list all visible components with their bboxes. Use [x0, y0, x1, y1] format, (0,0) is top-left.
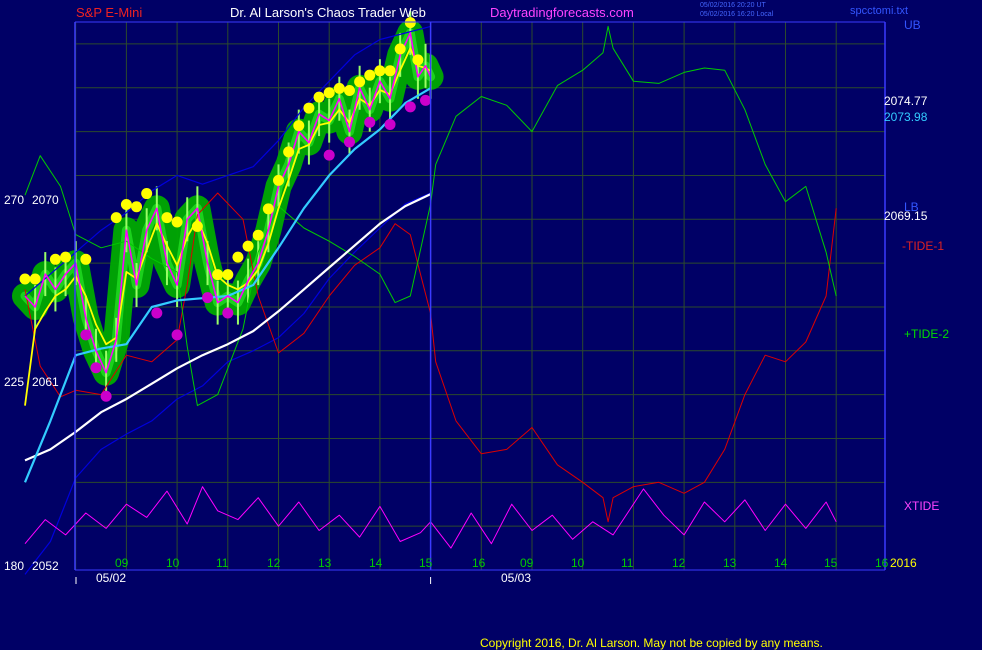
x-tick-day2-10: 10: [571, 556, 585, 570]
marker-highs: [242, 240, 254, 252]
marker-highs: [354, 76, 366, 88]
marker-highs: [293, 120, 305, 132]
x-tick-day2-12: 12: [672, 556, 686, 570]
price-fast-label: 2074.77: [884, 94, 928, 108]
year-label: 2016: [890, 556, 917, 570]
marker-lows: [80, 329, 92, 341]
marker-highs: [120, 199, 132, 211]
timestamp-ut: 05/02/2016 20:20 UT: [700, 2, 766, 9]
marker-lows: [171, 329, 183, 341]
x-tick-day1-14: 14: [369, 556, 383, 570]
x-tick-day1-13: 13: [318, 556, 332, 570]
x-tick-day1-15: 15: [419, 556, 433, 570]
price-lb-label: 2069.15: [884, 209, 928, 223]
marker-highs: [252, 229, 264, 241]
marker-highs: [161, 212, 173, 224]
marker-highs: [141, 188, 153, 200]
marker-lows: [100, 390, 112, 402]
x-tick-day2-16: 16: [875, 556, 889, 570]
site-link[interactable]: Daytradingforecasts.com: [490, 5, 634, 20]
marker-lows: [364, 116, 376, 128]
date-label-day2: 05/03: [501, 571, 532, 585]
y-tick-2052: 2052: [32, 559, 59, 573]
marker-highs: [412, 54, 424, 66]
marker-lows: [323, 149, 335, 161]
marker-highs: [313, 91, 325, 103]
x-tick-day2-11: 11: [621, 556, 634, 570]
x-tick-day1-09: 09: [115, 556, 129, 570]
marker-lows: [202, 292, 214, 304]
x-tick-day1-16: 16: [472, 556, 486, 570]
y-alt-tick-2070: 270: [4, 193, 25, 207]
x-tick-day1-12: 12: [267, 556, 281, 570]
marker-highs: [394, 43, 406, 55]
marker-highs: [283, 146, 295, 158]
timestamp-local: 05/02/2016 16:20 Local: [700, 11, 774, 18]
tide2-label: +TIDE-2: [904, 327, 950, 341]
marker-highs: [171, 216, 183, 228]
tide1-label: -TIDE-1: [902, 239, 944, 253]
marker-highs: [222, 269, 234, 281]
marker-lows: [90, 362, 102, 374]
marker-lows: [151, 307, 163, 319]
x-tick-day2-14: 14: [774, 556, 788, 570]
x-tick-day1-10: 10: [166, 556, 180, 570]
marker-highs: [273, 174, 284, 186]
symbol-title: S&P E-Mini: [76, 5, 143, 20]
brand-title: Dr. Al Larson's Chaos Trader Web: [230, 5, 426, 20]
marker-highs: [49, 253, 61, 265]
x-tick-day2-15: 15: [824, 556, 838, 570]
y-alt-tick-2061: 225: [4, 375, 25, 389]
x-tick-day2-09: 09: [520, 556, 534, 570]
marker-highs: [19, 273, 31, 285]
marker-highs: [343, 85, 355, 97]
marker-lows: [222, 307, 234, 319]
marker-highs: [364, 69, 376, 81]
copyright-notice: Copyright 2016, Dr. Al Larson. May not b…: [480, 636, 823, 650]
marker-highs: [262, 203, 274, 215]
frame-layer: [74, 21, 886, 584]
marker-lows: [404, 101, 416, 113]
marker-highs: [384, 65, 396, 77]
date-label-day1: 05/02: [96, 571, 127, 585]
ub-label: UB: [904, 18, 921, 32]
marker-highs: [110, 212, 122, 224]
x-tick-day1-11: 11: [216, 556, 229, 570]
price-mid-label: 2073.98: [884, 110, 928, 124]
marker-lows: [420, 94, 432, 106]
xtide-label: XTIDE: [904, 499, 940, 513]
marker-highs: [333, 82, 345, 94]
marker-highs: [374, 65, 386, 77]
y-tick-2070: 2070: [32, 193, 59, 207]
marker-lows: [343, 136, 355, 148]
marker-highs: [232, 251, 244, 263]
marker-highs: [303, 102, 315, 114]
marker-highs: [323, 87, 335, 99]
grid-layer: [75, 22, 885, 570]
y-alt-tick-2052: 180: [4, 559, 25, 573]
file-name: spcctomi.txt: [850, 5, 909, 17]
chart-canvas: [12, 10, 886, 584]
marker-highs: [80, 253, 92, 265]
y-tick-2061: 2061: [32, 375, 59, 389]
marker-highs: [212, 269, 224, 281]
marker-highs: [131, 201, 143, 213]
marker-lows: [384, 118, 396, 130]
x-tick-day2-13: 13: [723, 556, 737, 570]
marker-highs: [29, 273, 41, 285]
marker-highs: [191, 220, 203, 232]
marker-highs: [60, 251, 72, 263]
